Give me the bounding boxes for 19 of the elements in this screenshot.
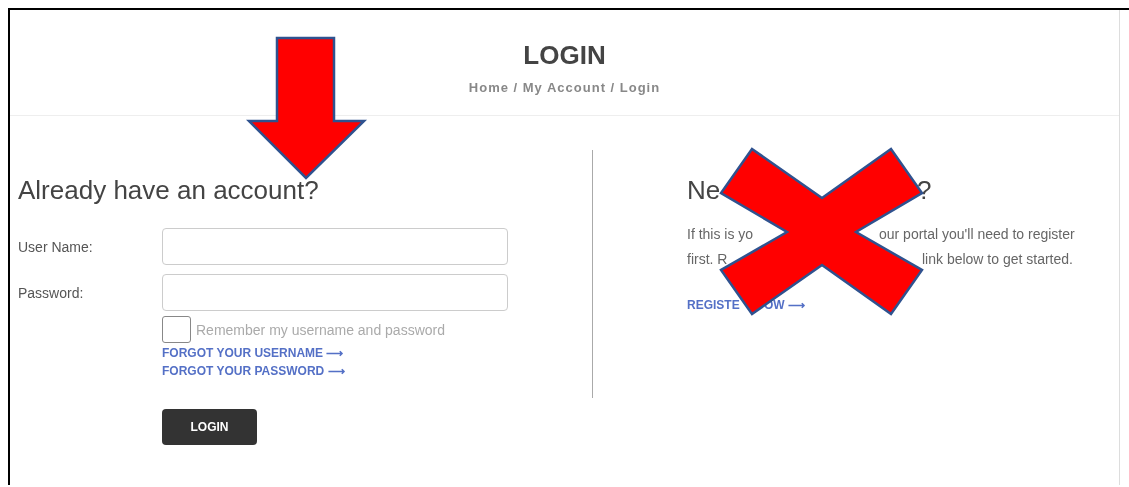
heading-fragment: Ne <box>687 175 721 205</box>
forgot-link[interactable]: FORGOT YOUR PASSWORD ⟶ <box>162 364 345 378</box>
field-label: User Name: <box>18 238 94 255</box>
text-fragment: link below to get started. <box>922 251 1073 267</box>
heading-fragment: ? <box>917 175 932 205</box>
login-heading: Already have an account? <box>18 174 320 206</box>
field-label: Password: <box>18 284 85 301</box>
text-fragment: our portal you'll need to register <box>879 226 1075 242</box>
breadcrumb: Home / My Account / Login <box>468 80 661 95</box>
checkbox-label: Remember my username and password <box>196 321 445 338</box>
register-link[interactable]: REGISTE <box>687 298 740 312</box>
input-field[interactable] <box>162 274 508 311</box>
login-button[interactable]: LOGIN <box>162 409 257 445</box>
checkbox[interactable] <box>162 316 191 343</box>
text-fragment: If this is yo <box>687 226 754 242</box>
input-field[interactable] <box>162 228 508 265</box>
text-fragment: first. R <box>687 251 728 267</box>
forgot-link[interactable]: FORGOT YOUR USERNAME ⟶ <box>162 346 344 360</box>
page-title: LOGIN <box>523 40 606 70</box>
